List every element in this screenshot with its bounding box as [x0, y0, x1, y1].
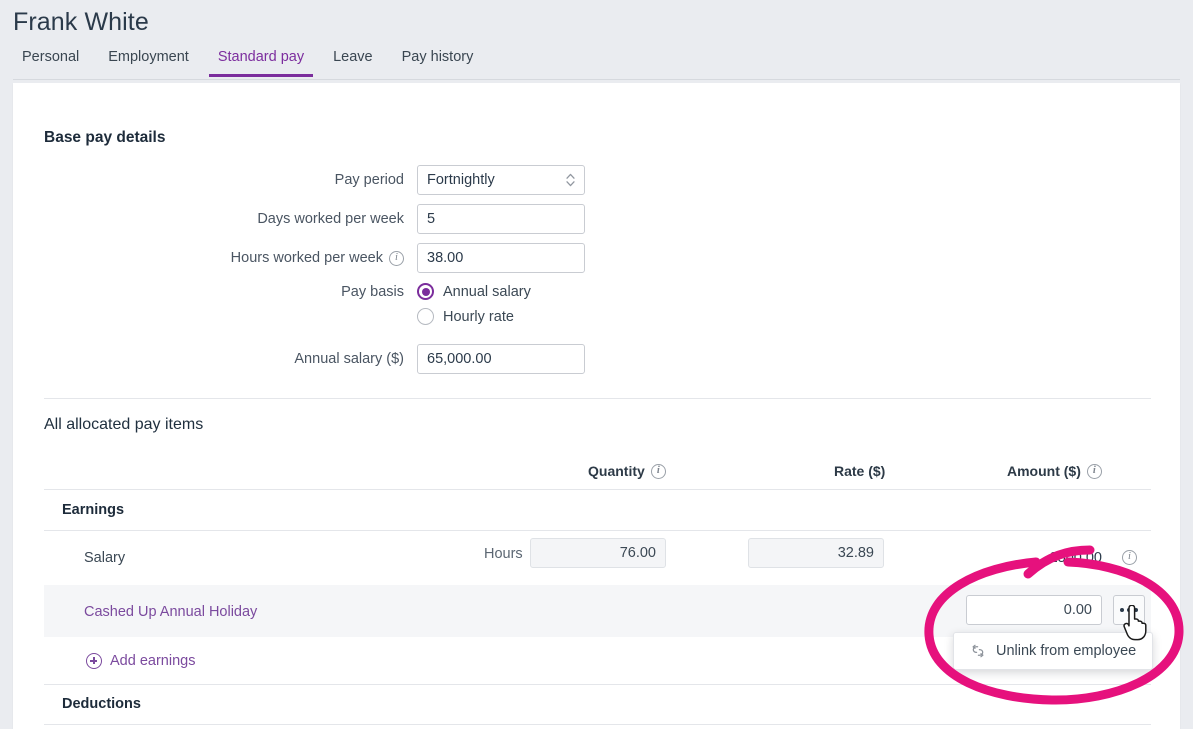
- row-actions-dropdown-menu: Unlink from employee: [953, 632, 1154, 670]
- column-header-quantity-text: Quantity: [588, 463, 645, 479]
- add-earnings-link[interactable]: Add earnings: [86, 653, 195, 669]
- add-earnings-label: Add earnings: [110, 653, 196, 669]
- field-row-pay-basis: Pay basis Annual salary: [14, 283, 531, 300]
- field-row-pay-basis-hourly: Hourly rate: [14, 308, 514, 325]
- base-pay-details-heading: Base pay details: [44, 129, 166, 146]
- tab-employment[interactable]: Employment: [99, 49, 198, 77]
- plus-circle-icon: [86, 653, 102, 669]
- pay-period-select[interactable]: Fortnightly: [417, 165, 585, 195]
- annual-salary-label: Annual salary ($): [294, 351, 404, 367]
- quantity-info-icon[interactable]: i: [650, 463, 666, 479]
- group-header-deductions: Deductions: [62, 696, 141, 712]
- radio-annual-salary-icon: [417, 283, 434, 300]
- days-worked-label: Days worked per week: [257, 211, 404, 227]
- column-header-quantity: Quantity i: [588, 463, 666, 479]
- radio-hourly-rate-label: Hourly rate: [443, 308, 514, 325]
- section-divider: [44, 398, 1151, 399]
- tab-pay-history[interactable]: Pay history: [393, 49, 483, 77]
- group-header-earnings: Earnings: [62, 502, 125, 518]
- pay-basis-label: Pay basis: [341, 283, 404, 300]
- page-title: Frank White: [13, 8, 149, 36]
- page-header: Frank White Personal Employment Standard…: [0, 0, 1193, 81]
- kebab-dot-2: [1127, 608, 1131, 612]
- column-header-rate: Rate ($): [834, 463, 885, 479]
- amount-info-icon[interactable]: i: [1086, 463, 1102, 479]
- annual-salary-input[interactable]: [417, 344, 585, 374]
- unlink-icon: [970, 643, 986, 659]
- tab-leave[interactable]: Leave: [324, 49, 382, 77]
- column-header-amount-text: Amount ($): [1007, 463, 1081, 479]
- pay-period-label: Pay period: [334, 172, 404, 188]
- salary-quantity-field[interactable]: 76.00: [530, 538, 666, 568]
- radio-hourly-rate[interactable]: Hourly rate: [417, 308, 514, 325]
- menu-item-unlink-from-employee[interactable]: Unlink from employee: [996, 643, 1136, 659]
- kebab-dot-1: [1120, 608, 1124, 612]
- salary-quantity-value: 76.00: [619, 545, 656, 561]
- salary-amount-info-icon[interactable]: i: [1122, 550, 1137, 565]
- days-worked-input[interactable]: [417, 204, 585, 234]
- row-label-salary: Salary: [84, 550, 126, 566]
- field-row-pay-period: Pay period Fortnightly: [14, 165, 585, 195]
- pay-period-select-wrapper: Fortnightly: [417, 165, 585, 195]
- hours-worked-info-icon[interactable]: i: [389, 250, 404, 266]
- radio-annual-salary[interactable]: Annual salary: [417, 283, 531, 300]
- row-label-cashed-up-annual-holiday[interactable]: Cashed Up Annual Holiday: [84, 604, 257, 620]
- column-header-rate-text: Rate ($): [834, 463, 886, 479]
- cashed-up-amount-value: 0.00: [1063, 602, 1092, 618]
- table-header-divider: [44, 489, 1151, 490]
- radio-annual-salary-label: Annual salary: [443, 283, 531, 300]
- deductions-top-divider: [44, 684, 1151, 685]
- salary-amount-value: 2500.00: [1049, 550, 1102, 566]
- field-row-hours-worked: Hours worked per week i: [14, 243, 585, 273]
- radio-hourly-rate-icon: [417, 308, 434, 325]
- app-root: Frank White Personal Employment Standard…: [0, 0, 1193, 729]
- kebab-dot-3: [1134, 608, 1138, 612]
- pay-period-value: Fortnightly: [427, 172, 495, 188]
- hours-worked-label: Hours worked per week i: [14, 250, 404, 266]
- deductions-bottom-divider: [44, 724, 1151, 725]
- hours-worked-input[interactable]: [417, 243, 585, 273]
- column-header-amount: Amount ($) i: [1007, 463, 1102, 479]
- allocated-pay-items-heading: All allocated pay items: [44, 416, 204, 433]
- tab-bar-divider: [13, 79, 1180, 80]
- tab-bar: Personal Employment Standard pay Leave P…: [13, 49, 493, 81]
- chevron-updown-icon: [565, 171, 576, 189]
- field-row-days-worked: Days worked per week: [14, 204, 585, 234]
- tab-standard-pay[interactable]: Standard pay: [208, 49, 314, 77]
- tab-personal[interactable]: Personal: [13, 49, 88, 77]
- earnings-group-divider: [44, 530, 1151, 531]
- row-actions-kebab-button[interactable]: [1113, 595, 1145, 625]
- cashed-up-amount-field[interactable]: 0.00: [966, 595, 1102, 625]
- salary-quantity-unit: Hours: [484, 546, 523, 562]
- salary-rate-value: 32.89: [837, 545, 874, 561]
- field-row-annual-salary: Annual salary ($): [14, 344, 585, 374]
- hours-worked-label-text: Hours worked per week: [230, 250, 383, 266]
- salary-rate-field[interactable]: 32.89: [748, 538, 884, 568]
